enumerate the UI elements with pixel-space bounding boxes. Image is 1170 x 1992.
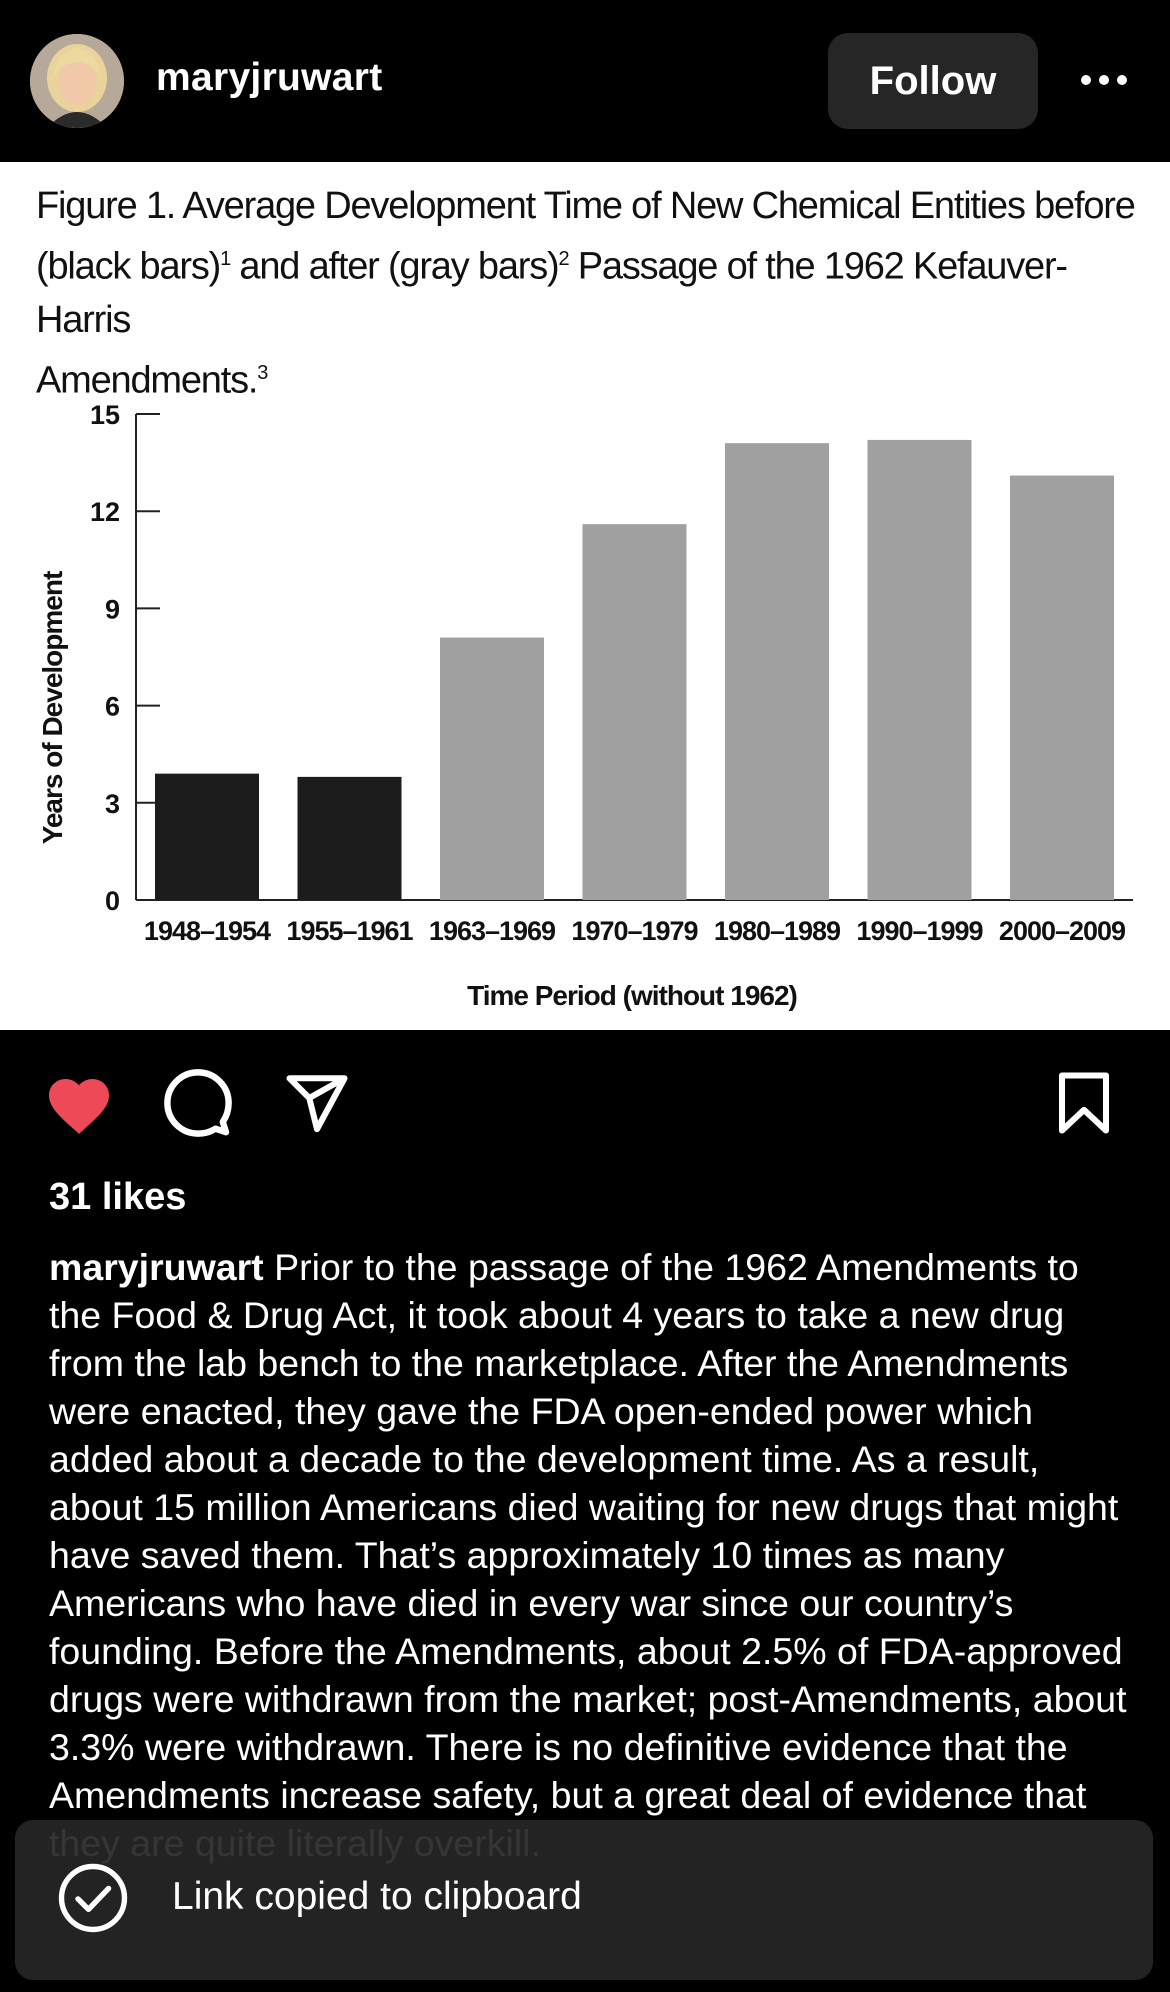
x-tick-label: 1955–1961 bbox=[286, 916, 413, 946]
bookmark-icon[interactable] bbox=[1054, 1070, 1114, 1141]
post-actions bbox=[0, 1030, 1170, 1180]
avatar-image bbox=[30, 34, 124, 128]
y-tick-label: 3 bbox=[105, 789, 120, 819]
send-icon[interactable] bbox=[283, 1070, 351, 1141]
check-circle-icon bbox=[57, 1862, 129, 1939]
x-tick-label: 2000–2009 bbox=[999, 916, 1126, 946]
bar-chart: 0 3 6 9 12 15 1948–1954 1955–1961 1963–1969 1970–… bbox=[37, 400, 1133, 1011]
username[interactable]: maryjruwart bbox=[156, 56, 383, 100]
x-axis-label: Time Period (without 1962) bbox=[467, 980, 797, 1011]
y-tick-label: 9 bbox=[105, 594, 120, 624]
bar-1963–1969 bbox=[440, 637, 544, 900]
caption-username[interactable]: maryjruwart bbox=[49, 1246, 264, 1288]
more-icon[interactable] bbox=[1074, 50, 1134, 110]
x-tick-label: 1963–1969 bbox=[429, 916, 556, 946]
avatar[interactable] bbox=[30, 34, 124, 128]
comment-icon[interactable] bbox=[163, 1068, 233, 1143]
x-tick-label: 1948–1954 bbox=[144, 916, 271, 946]
y-axis-label: Years of Development bbox=[37, 571, 68, 844]
caption-text: Prior to the passage of the 1962 Amendme… bbox=[49, 1246, 1127, 1864]
post-image[interactable]: Figure 1. Average Development Time of Ne… bbox=[0, 162, 1170, 1030]
y-tick-label: 12 bbox=[90, 497, 120, 527]
toast-message: Link copied to clipboard bbox=[172, 1875, 582, 1918]
heart-icon[interactable] bbox=[42, 1070, 116, 1141]
bar-1990–1999 bbox=[867, 439, 972, 900]
x-tick-label: 1980–1989 bbox=[714, 916, 841, 946]
bar-2000–2009 bbox=[1010, 475, 1114, 900]
y-tick-label: 0 bbox=[105, 886, 120, 916]
x-tick-label: 1970–1979 bbox=[571, 916, 698, 946]
bar-1948–1954 bbox=[155, 773, 259, 900]
y-tick-label: 6 bbox=[105, 692, 120, 722]
post-caption: maryjruwart Prior to the passage of the … bbox=[49, 1243, 1129, 1867]
bar-1980–1989 bbox=[725, 443, 829, 900]
bar-1970–1979 bbox=[582, 524, 687, 900]
post-header: maryjruwart Follow bbox=[0, 0, 1170, 162]
likes-count[interactable]: 31 likes bbox=[49, 1176, 186, 1219]
toast-notification: Link copied to clipboard bbox=[15, 1820, 1153, 1980]
bar-1955–1961 bbox=[297, 776, 402, 900]
y-tick-label: 15 bbox=[90, 400, 120, 430]
x-tick-label: 1990–1999 bbox=[856, 916, 983, 946]
follow-button[interactable]: Follow bbox=[828, 33, 1038, 129]
